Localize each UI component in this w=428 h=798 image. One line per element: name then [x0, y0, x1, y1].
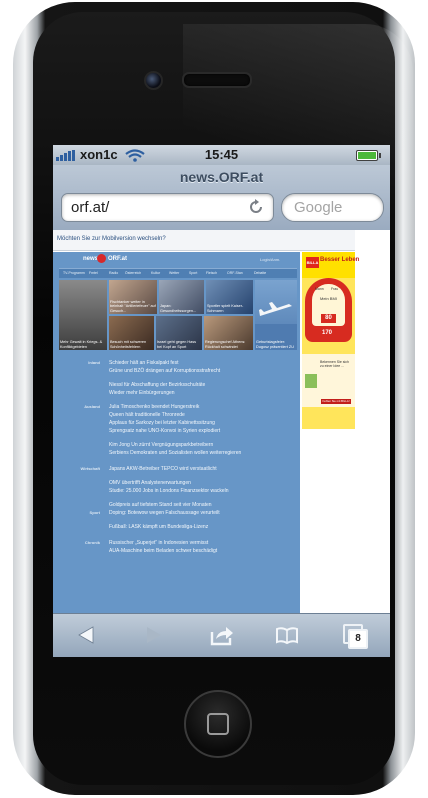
airplane-icon — [259, 302, 292, 316]
earpiece-speaker — [182, 72, 252, 88]
section-label: Wirtschaft — [80, 466, 100, 471]
teaser-photo[interactable]: Fischtanker weiter in beinhalt "Artiller… — [109, 280, 157, 314]
headline-link[interactable]: Japans AKW-Betreiber TEPCO wird verstaat… — [109, 466, 259, 472]
headline-link[interactable]: Grüne und BZÖ drängen auf Korruptionsstr… — [109, 368, 259, 374]
headline-link[interactable]: Queen hält traditionelle Thronrede — [109, 412, 259, 418]
search-placeholder: Google — [294, 199, 343, 216]
page-title: news.ORF.at — [179, 169, 264, 185]
status-time: 15:45 — [204, 147, 239, 162]
ad2-image — [305, 374, 317, 388]
url-field[interactable]: orf.at/ — [61, 193, 274, 222]
screen: xon1c 15:45 news.ORF.at orf.at/ Google M… — [53, 145, 390, 657]
nav-item[interactable]: Fmtel — [89, 271, 98, 275]
headline-link[interactable]: Niessl für Abschaffung der Bezirksschulr… — [109, 382, 259, 388]
status-bar: xon1c 15:45 — [53, 145, 390, 165]
teaser-photo[interactable]: Mehr Gewalt in Kriegs- & Konfliktgebiete… — [59, 280, 107, 350]
bmi-height: 170 — [322, 330, 333, 336]
headline-link[interactable]: OMV übertrifft Analystenerwartungen — [109, 480, 259, 486]
nav-item[interactable]: Wetter — [169, 271, 179, 275]
mobile-version-banner[interactable]: Möchten Sie zur Mobilversion wechseln? — [53, 230, 355, 251]
headline-link[interactable]: Wieder mehr Einbürgerungen — [109, 390, 259, 396]
safari-toolbar: 8 — [53, 613, 390, 657]
section-label: Inland — [88, 360, 100, 365]
teaser-photo[interactable]: Regierungschef Athens: Rückhalt schwinde… — [204, 316, 253, 350]
orf-logo-icon — [97, 254, 106, 263]
ad2-button[interactable]: Fehlen Sie mit BILLA! — [321, 399, 351, 404]
orf-login-link[interactable]: Login/Anm. — [260, 257, 280, 262]
back-icon[interactable] — [75, 624, 99, 646]
ad-header: BILLA Besser Leben — [302, 252, 359, 278]
safari-address-bar: news.ORF.at orf.at/ Google — [53, 165, 390, 230]
ad2-text: Bekennen Sie sich zu einer Idee ... — [320, 360, 349, 368]
headline-link[interactable]: Applaus für Sarkozy bei letzter Kabinett… — [109, 420, 259, 426]
nav-item[interactable]: TV-Programm — [63, 271, 85, 275]
headline-link[interactable]: Schieder hält an Fiskalpakt fest — [109, 360, 259, 366]
teaser-photo[interactable]: Japan: Gesundheitssorgen... — [159, 280, 204, 314]
teaser-text[interactable]: Geburtstagsfeier: Dugosz präsentiert ZU — [255, 324, 297, 350]
nav-item[interactable]: Fleisch — [206, 271, 217, 275]
headline-link[interactable]: Goldpreis auf tiefstem Stand seit vier M… — [109, 502, 259, 508]
headline-link[interactable]: Sprengsatz nahe UNO-Konvoi in Syrien exp… — [109, 428, 259, 434]
bookmarks-icon[interactable] — [275, 624, 299, 646]
headline-link[interactable]: Fußball: LASK kämpft um Bundesliga-Lizen… — [109, 524, 259, 530]
billa-logo: BILLA — [306, 257, 319, 268]
orf-news-label: news — [83, 256, 99, 262]
ad-slogan: Besser Leben — [320, 257, 360, 263]
teaser-grid: Mehr Gewalt in Kriegs- & Konfliktgebiete… — [59, 280, 297, 350]
orf-page: news ORF.at Login/Anm. TV-Programm Fmtel… — [53, 252, 300, 613]
nav-item[interactable]: Debatte — [254, 271, 266, 275]
ad-tab-female[interactable]: Frau — [331, 287, 338, 291]
bmi-dial: Mann Frau Mein BMI 80 170 — [305, 278, 352, 342]
mobile-banner-text: Möchten Sie zur Mobilversion wechseln? — [57, 236, 166, 242]
url-text: orf.at/ — [71, 199, 110, 216]
headline-link[interactable]: Serbiens Demokraten und Sozialisten woll… — [109, 450, 259, 456]
section-label: Sport — [89, 510, 100, 515]
share-icon[interactable] — [210, 624, 234, 646]
ad-caption: Mein BMI — [320, 296, 337, 301]
tabs-button[interactable]: 8 — [343, 624, 368, 649]
forward-icon[interactable] — [141, 624, 165, 646]
headline-link[interactable]: Studie: 25.000 Jobs in Londons Finanzsek… — [109, 488, 259, 494]
teaser-photo[interactable]: Israel geht gegen Hass bei Kopf an Sport — [156, 316, 202, 350]
teaser-photo[interactable]: Sportler spielt Kaiser-Schmarrn — [206, 280, 253, 314]
home-button-icon — [207, 713, 229, 735]
headline-link[interactable]: Doping: Botewow wegen Falschaussage veru… — [109, 510, 259, 516]
orf-brand: ORF.at — [108, 256, 128, 262]
headline-link[interactable]: Kim Jong Un zürnt Vergnügungsparkbetreib… — [109, 442, 259, 448]
battery-icon — [356, 150, 381, 161]
nav-item[interactable]: Sport — [189, 271, 197, 275]
nav-item[interactable]: Kultur — [151, 271, 160, 275]
headline-link[interactable]: Julia Timoschenko beendet Hungerstreik — [109, 404, 259, 410]
section-label: Chronik — [84, 540, 100, 545]
ad-tab-male[interactable]: Mann — [315, 287, 324, 291]
orf-nav: TV-Programm Fmtel Radio Österreich Kultu… — [59, 268, 297, 278]
nav-item[interactable]: Österreich — [125, 271, 141, 275]
second-ad[interactable]: Bekennen Sie sich zu einer Idee ... Fehl… — [302, 354, 355, 407]
teaser-photo[interactable]: Besuch mit schweren Schönheitsfehlern — [109, 316, 154, 350]
reload-icon[interactable] — [247, 198, 265, 216]
nav-item[interactable]: ORF-Stan — [227, 271, 243, 275]
tab-count: 8 — [348, 629, 368, 649]
search-field[interactable]: Google — [281, 193, 384, 222]
bmi-weight: 80 — [321, 314, 336, 323]
front-camera — [144, 71, 163, 90]
headline-link[interactable]: Russischer „Superjet“ in Indonesien verm… — [109, 540, 259, 546]
nav-item[interactable]: Radio — [109, 271, 118, 275]
section-label: Ausland — [84, 404, 100, 409]
headline-link[interactable]: AUA-Maschine beim Beladen schwer beschäd… — [109, 548, 259, 554]
web-content[interactable]: Möchten Sie zur Mobilversion wechseln? n… — [53, 230, 390, 613]
